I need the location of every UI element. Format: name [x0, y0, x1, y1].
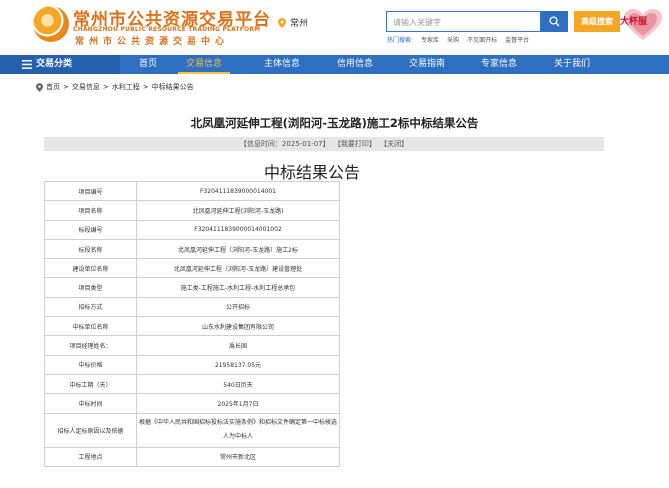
- table-row: 招标方式 公开招标: [44, 296, 340, 318]
- breadcrumb: 首页 > 交易信息 > 水利工程 > 中标结果公告: [36, 82, 194, 92]
- breadcrumb-separator: >: [142, 83, 149, 91]
- article-title: 北凤凰河延伸工程(浏阳河-玉龙路)施工2标中标结果公告: [190, 116, 479, 130]
- result-table: 项目编号 F3204111839000014001 项目名称 北凤凰河延伸工程(浏阳…: [44, 180, 340, 467]
- row-value: 施工类-工程施工-水利工程-水利工程总承包: [136, 277, 340, 298]
- hot-search-link[interactable]: 采购: [447, 35, 459, 44]
- publish-time: 【信息时间：2025-01-07】: [239, 140, 330, 148]
- hot-search-label: 热门搜索:: [387, 37, 414, 44]
- logo-subtitle: 常州市公共资源交易中心: [75, 37, 230, 47]
- location-pin-icon: [36, 82, 43, 92]
- row-key: 中标工期（天）: [44, 373, 137, 395]
- city-selector[interactable]: 常州: [278, 16, 308, 29]
- nav-item-home[interactable]: 首页: [128, 55, 168, 74]
- table-row: 工程地点 常州市新北区: [44, 446, 340, 467]
- row-value: F3204111839000014001002: [136, 219, 340, 240]
- breadcrumb-link[interactable]: 水利工程: [112, 82, 140, 92]
- table-row: 项目经理姓名： 禹长国: [44, 335, 340, 356]
- nav-item-about-us[interactable]: 关于我们: [546, 55, 598, 74]
- row-value: 北凤凰河延伸工程（浏阳河-玉龙路）建设管理处: [136, 258, 340, 279]
- row-value: 2025年1月7日: [136, 393, 340, 414]
- table-row: 中标时间 2025年1月7日: [44, 393, 340, 414]
- row-key: 中标单位名称: [44, 316, 137, 337]
- search-button[interactable]: [541, 11, 568, 32]
- table-row: 中标工期（天） 540日历天: [44, 373, 340, 395]
- breadcrumb-current: 中标结果公告: [151, 83, 194, 91]
- city-label: 常州: [290, 19, 309, 29]
- document-heading: 中标结果公告: [263, 163, 360, 182]
- row-key: 招标人定标原因以及依据: [44, 412, 137, 448]
- site-header: 常州市公共资源交易平台 CHANGZHOU PUBLIC RESOURCE TR…: [0, 0, 669, 52]
- hot-search-link[interactable]: 不见面开标: [467, 35, 497, 44]
- article-info-bar: 【信息时间：2025-01-07】 【我要打印】 【关闭】: [44, 137, 604, 151]
- logo-icon[interactable]: [33, 6, 69, 42]
- hot-search-link[interactable]: 专家库: [421, 35, 439, 44]
- category-menu-label: 交易分类: [36, 59, 73, 69]
- row-value: F3204111839000014001: [136, 180, 340, 202]
- table-row: 项目类型 施工类-工程施工-水利工程-水利工程总承包: [44, 277, 340, 298]
- breadcrumb-link[interactable]: 交易信息: [72, 82, 100, 92]
- main-nav: 交易分类 首页 交易信息 主体信息 信用信息 交易指南 专家信息 关于我们: [0, 55, 669, 74]
- row-key: 工程地点: [44, 446, 137, 467]
- table-row: 中标单位名称 山东水利建设集团有限公司: [44, 316, 340, 337]
- close-link[interactable]: 【关闭】: [380, 140, 408, 148]
- print-link[interactable]: 【我要打印】: [334, 140, 376, 148]
- row-key: 建设单位名称: [44, 258, 137, 279]
- table-row: 项目编号 F3204111839000014001: [44, 180, 340, 202]
- advanced-search-button[interactable]: 高级搜索: [574, 11, 620, 32]
- row-value: 山东水利建设集团有限公司: [136, 316, 340, 337]
- row-value: 北凤凰河延伸工程（浏阳河-玉龙路）施工2标: [136, 238, 340, 260]
- row-key: 项目类型: [44, 277, 137, 298]
- row-value: 北凤凰河延伸工程(浏阳河-玉龙路): [136, 200, 340, 221]
- row-key: 项目编号: [44, 180, 137, 202]
- breadcrumb-separator: >: [102, 83, 109, 91]
- menu-icon: [22, 60, 32, 69]
- row-value: 根据《中华人民共和国招标投标法实施条例》和招标文件确定第一中标候选人为中标人: [136, 412, 340, 448]
- row-key: 中标价格: [44, 354, 137, 375]
- row-value: 540日历天: [136, 373, 340, 395]
- hot-searches: 热门搜索: 专家库 采购 不见面开标 监督平台: [387, 35, 529, 44]
- breadcrumb-separator: >: [63, 83, 69, 91]
- row-key: 中标时间: [44, 393, 137, 414]
- location-pin-icon: [278, 17, 286, 28]
- nav-item-expert-info[interactable]: 专家信息: [473, 55, 525, 74]
- nav-item-credit-info[interactable]: 信用信息: [329, 55, 381, 74]
- logo-english: CHANGZHOU PUBLIC RESOURCE TRADING PLATFO…: [73, 26, 261, 33]
- row-value: 禹长国: [136, 335, 340, 356]
- table-row: 建设单位名称 北凤凰河延伸工程（浏阳河-玉龙路）建设管理处: [44, 258, 340, 279]
- table-row: 招标人定标原因以及依据 根据《中华人民共和国招标投标法实施条例》和招标文件确定第一…: [44, 412, 340, 448]
- row-value: 21958137.05元: [136, 354, 340, 375]
- table-row: 标段编号 F3204111839000014001002: [44, 219, 340, 240]
- table-row: 项目名称 北凤凰河延伸工程(浏阳河-玉龙路): [44, 200, 340, 221]
- campaign-badge-text: 大杯服: [620, 17, 648, 27]
- category-menu-button[interactable]: 交易分类: [0, 55, 120, 74]
- row-key: 项目名称: [44, 200, 137, 221]
- row-key: 标段编号: [44, 219, 137, 240]
- row-key: 招标方式: [44, 296, 137, 318]
- row-value: 公开招标: [136, 296, 340, 318]
- row-key: 标段名称: [44, 238, 137, 260]
- table-row: 标段名称 北凤凰河延伸工程（浏阳河-玉龙路）施工2标: [44, 238, 340, 260]
- nav-active-indicator: [178, 72, 230, 74]
- hot-search-link[interactable]: 监督平台: [505, 35, 529, 44]
- nav-item-trading-guide[interactable]: 交易指南: [401, 55, 453, 74]
- row-value: 常州市新北区: [136, 446, 340, 467]
- table-row: 中标价格 21958137.05元: [44, 354, 340, 375]
- nav-item-subject-info[interactable]: 主体信息: [256, 55, 308, 74]
- search-icon: [549, 16, 560, 27]
- breadcrumb-link[interactable]: 首页: [46, 82, 60, 92]
- row-key: 项目经理姓名：: [44, 335, 137, 356]
- search-input[interactable]: 请输入关键字: [386, 11, 541, 32]
